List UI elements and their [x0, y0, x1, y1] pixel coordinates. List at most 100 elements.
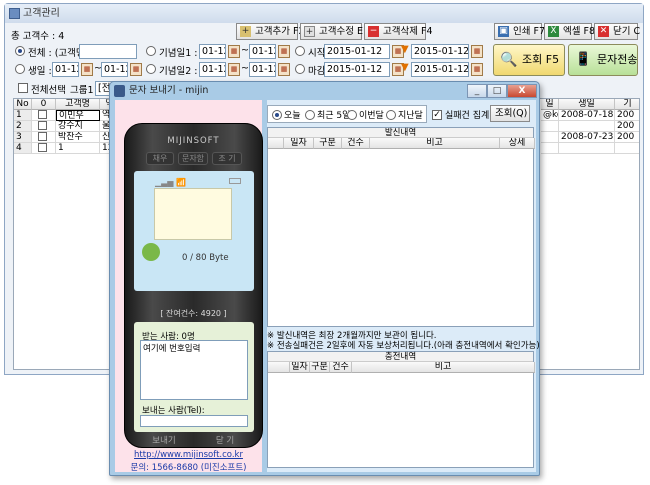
phone-key[interactable]: 문자함	[178, 152, 208, 165]
period-label: 오늘	[284, 111, 301, 121]
minimize-button[interactable]: _	[467, 84, 487, 98]
period-today-radio[interactable]	[272, 110, 282, 120]
grid-cell[interactable]: 200	[615, 132, 639, 143]
add-customer-button[interactable]: + 고객추가 F2	[236, 23, 305, 40]
radio-anniversary2[interactable]	[146, 64, 156, 74]
anniversary1-from[interactable]: 01-12	[199, 44, 226, 59]
start-date-to[interactable]: 2015-01-12	[411, 44, 469, 59]
query-button[interactable]: 조회(Q)	[490, 105, 530, 122]
add-icon: +	[240, 26, 251, 37]
search-button[interactable]: 🔍 조회 F5	[493, 44, 565, 76]
col-header[interactable]: 비고	[370, 138, 500, 149]
calendar-icon[interactable]: ▦	[471, 45, 483, 58]
charge-history-title: 충전내역	[268, 352, 533, 362]
calendar-icon[interactable]: ▦	[130, 63, 142, 76]
radio-end-date[interactable]	[295, 64, 305, 74]
birthday-to[interactable]: 01-12	[101, 62, 128, 77]
dialog-close-button[interactable]: X	[507, 84, 537, 98]
grid-cell[interactable]: 200	[615, 110, 639, 121]
grid-cell[interactable]	[615, 143, 639, 154]
col-header[interactable]: 고객명	[56, 99, 100, 110]
number-input[interactable]: 여기에 번호입력	[140, 340, 248, 400]
col-header[interactable]: 일자	[290, 362, 310, 373]
email-cell[interactable]	[541, 121, 559, 132]
col-header[interactable]: 비고	[352, 362, 535, 373]
anniversary2-to[interactable]: 01-12	[249, 62, 276, 77]
close-key[interactable]: 닫 기	[200, 434, 250, 446]
col-header[interactable]: 구분	[310, 362, 330, 373]
anniversary1-to[interactable]: 01-12	[249, 44, 276, 59]
customer-name-cell[interactable]: 1	[56, 143, 100, 154]
failed-count-checkbox[interactable]: ✓	[432, 110, 442, 120]
customer-name-cell[interactable]: 박찬수	[56, 132, 100, 143]
calendar-icon[interactable]: ▦	[228, 63, 240, 76]
period-5days-radio[interactable]	[305, 110, 315, 120]
phone-key[interactable]: 채우	[146, 152, 174, 165]
row-checkbox[interactable]	[38, 110, 47, 119]
email-cell[interactable]	[541, 132, 559, 143]
radio-anniversary1[interactable]	[146, 46, 156, 56]
end-date-from[interactable]: 2015-01-12	[324, 62, 390, 77]
phone-screen: ▁▃▅ 📶 0 / 80 Byte	[134, 171, 254, 291]
email-cell[interactable]	[541, 143, 559, 154]
customer-name-cell[interactable]: 이민우	[56, 110, 100, 121]
table-row[interactable]	[32, 121, 56, 132]
edit-customer-button[interactable]: + 고객수정 E	[300, 23, 363, 40]
col-header[interactable]: 기	[615, 99, 639, 110]
table-row[interactable]	[32, 110, 56, 121]
calendar-icon[interactable]: ▦	[278, 63, 290, 76]
maximize-button[interactable]: □	[487, 84, 507, 98]
calendar-icon[interactable]: ▦	[81, 63, 93, 76]
radio-all[interactable]	[15, 46, 25, 56]
delete-customer-button[interactable]: − 고객삭제 F4	[364, 23, 433, 40]
col-header[interactable]: 일	[541, 99, 559, 110]
email-cell[interactable]: @kor	[541, 110, 559, 121]
end-date-to[interactable]: 2015-01-12	[411, 62, 469, 77]
col-header[interactable]: 상세	[500, 138, 535, 149]
select-all-checkbox[interactable]	[18, 83, 28, 93]
row-checkbox[interactable]	[38, 121, 47, 130]
failed-count-label: 실패건 집계	[445, 111, 490, 121]
col-header[interactable]: No	[14, 99, 32, 110]
message-input[interactable]	[154, 188, 232, 240]
col-header[interactable]: 생일	[559, 99, 615, 110]
print-button[interactable]: ▣ 인쇄 F7	[494, 23, 545, 40]
close-button[interactable]: ✕ 닫기 C	[594, 23, 640, 40]
phone-icon: 📱	[575, 52, 592, 67]
customer-name-cell[interactable]: 강수지	[56, 121, 100, 132]
period-this-month-radio[interactable]	[347, 110, 357, 120]
website-link[interactable]: http://www.mijinsoft.co.kr	[115, 450, 262, 460]
sender-input[interactable]	[140, 415, 248, 427]
row-checkbox[interactable]	[38, 143, 47, 152]
anniversary2-from[interactable]: 01-12	[199, 62, 226, 77]
send-sms-button[interactable]: 📱 문자전송	[568, 44, 638, 76]
col-header[interactable]: 0	[32, 99, 56, 110]
birthday-cell[interactable]	[559, 121, 615, 132]
row-checkbox[interactable]	[38, 132, 47, 141]
birthday-cell[interactable]: 2008-07-18	[559, 110, 615, 121]
col-header[interactable]: 건수	[330, 362, 352, 373]
table-row[interactable]	[32, 143, 56, 154]
period-last-month-radio[interactable]	[386, 110, 396, 120]
birthday-cell[interactable]: 2008-07-23	[559, 132, 615, 143]
excel-button[interactable]: X 엑셀 F8	[544, 23, 595, 40]
col-header[interactable]: 건수	[342, 138, 370, 149]
birthday-from[interactable]: 01-12	[52, 62, 79, 77]
send-key[interactable]: 보내기	[139, 434, 189, 446]
radio-birthday[interactable]	[15, 64, 25, 74]
birthday-cell[interactable]	[559, 143, 615, 154]
phone-key[interactable]: 조 기	[212, 152, 242, 165]
grid-cell[interactable]: 200	[615, 121, 639, 132]
birthday-label: 생일 :	[28, 66, 52, 77]
calendar-icon[interactable]: ▦	[471, 63, 483, 76]
customer-name-input[interactable]	[79, 44, 137, 59]
calendar-icon[interactable]: ▦	[228, 45, 240, 58]
start-date-from[interactable]: 2015-01-12	[324, 44, 390, 59]
col-header[interactable]: 일자	[284, 138, 314, 149]
period-label: 최근 5일	[317, 111, 351, 121]
col-header[interactable]: 구분	[314, 138, 342, 149]
radio-start-date[interactable]	[295, 46, 305, 56]
table-row[interactable]	[32, 132, 56, 143]
col-header	[268, 138, 284, 149]
calendar-icon[interactable]: ▦	[278, 45, 290, 58]
